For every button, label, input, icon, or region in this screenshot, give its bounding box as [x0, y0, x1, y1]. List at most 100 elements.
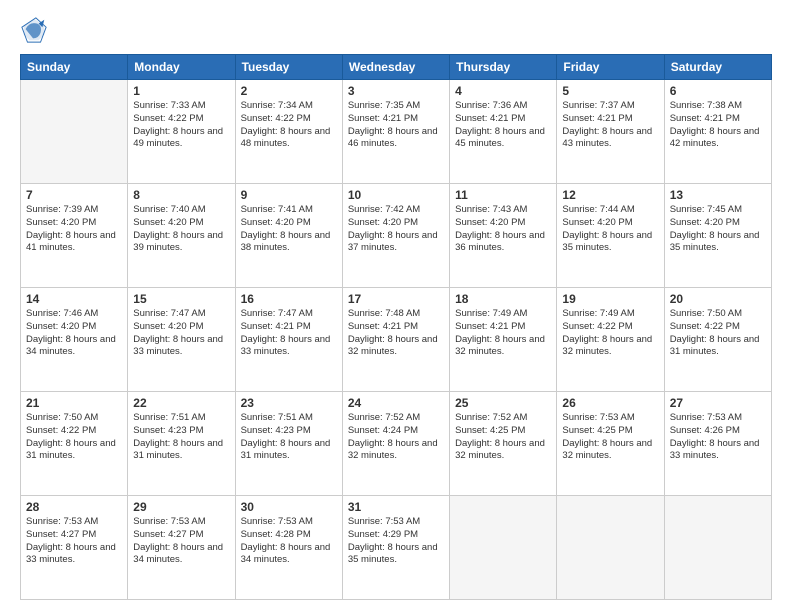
cell-info: Sunrise: 7:53 AMSunset: 4:29 PMDaylight:… — [348, 516, 444, 567]
calendar-week-row: 28 Sunrise: 7:53 AMSunset: 4:27 PMDayligh… — [21, 496, 772, 600]
day-number: 20 — [670, 292, 766, 306]
cell-info: Sunrise: 7:47 AMSunset: 4:20 PMDaylight:… — [133, 308, 229, 359]
cell-info: Sunrise: 7:53 AMSunset: 4:26 PMDaylight:… — [670, 412, 766, 463]
day-number: 19 — [562, 292, 658, 306]
day-number: 28 — [26, 500, 122, 514]
logo-icon — [20, 16, 48, 44]
cell-info: Sunrise: 7:49 AMSunset: 4:22 PMDaylight:… — [562, 308, 658, 359]
calendar-cell: 21 Sunrise: 7:50 AMSunset: 4:22 PMDayligh… — [21, 392, 128, 496]
cell-info: Sunrise: 7:53 AMSunset: 4:27 PMDaylight:… — [26, 516, 122, 567]
calendar-week-row: 7Sunrise: 7:39 AMSunset: 4:20 PMDaylight… — [21, 184, 772, 288]
calendar-day-header: Saturday — [664, 55, 771, 80]
cell-info: Sunrise: 7:50 AMSunset: 4:22 PMDaylight:… — [26, 412, 122, 463]
calendar-cell: 27 Sunrise: 7:53 AMSunset: 4:26 PMDayligh… — [664, 392, 771, 496]
calendar-cell: 2 Sunrise: 7:34 AMSunset: 4:22 PMDaylight… — [235, 80, 342, 184]
cell-info: Sunrise: 7:51 AMSunset: 4:23 PMDaylight:… — [133, 412, 229, 463]
calendar-cell: 14 Sunrise: 7:46 AMSunset: 4:20 PMDayligh… — [21, 288, 128, 392]
day-number: 3 — [348, 84, 444, 98]
calendar-cell: 10 Sunrise: 7:42 AMSunset: 4:20 PMDayligh… — [342, 184, 449, 288]
calendar-week-row: 1Sunrise: 7:33 AMSunset: 4:22 PMDaylight… — [21, 80, 772, 184]
day-number: 1 — [133, 84, 229, 98]
calendar-cell: 4 Sunrise: 7:36 AMSunset: 4:21 PMDaylight… — [450, 80, 557, 184]
day-number: 5 — [562, 84, 658, 98]
calendar-cell: 23 Sunrise: 7:51 AMSunset: 4:23 PMDayligh… — [235, 392, 342, 496]
calendar-cell: 3 Sunrise: 7:35 AMSunset: 4:21 PMDaylight… — [342, 80, 449, 184]
calendar-cell: 8Sunrise: 7:40 AMSunset: 4:20 PMDaylight… — [128, 184, 235, 288]
cell-info: Sunrise: 7:36 AMSunset: 4:21 PMDaylight:… — [455, 100, 551, 151]
day-number: 29 — [133, 500, 229, 514]
calendar-cell: 30Sunrise: 7:53 AMSunset: 4:28 PMDayligh… — [235, 496, 342, 600]
calendar-header-row: SundayMondayTuesdayWednesdayThursdayFrid… — [21, 55, 772, 80]
cell-info: Sunrise: 7:42 AMSunset: 4:20 PMDaylight:… — [348, 204, 444, 255]
calendar-day-header: Sunday — [21, 55, 128, 80]
day-number: 16 — [241, 292, 337, 306]
calendar-cell: 25Sunrise: 7:52 AMSunset: 4:25 PMDayligh… — [450, 392, 557, 496]
calendar-day-header: Friday — [557, 55, 664, 80]
cell-info: Sunrise: 7:38 AMSunset: 4:21 PMDaylight:… — [670, 100, 766, 151]
cell-info: Sunrise: 7:53 AMSunset: 4:28 PMDaylight:… — [241, 516, 337, 567]
day-number: 14 — [26, 292, 122, 306]
cell-info: Sunrise: 7:40 AMSunset: 4:20 PMDaylight:… — [133, 204, 229, 255]
cell-info: Sunrise: 7:48 AMSunset: 4:21 PMDaylight:… — [348, 308, 444, 359]
cell-info: Sunrise: 7:45 AMSunset: 4:20 PMDaylight:… — [670, 204, 766, 255]
calendar-cell: 18 Sunrise: 7:49 AMSunset: 4:21 PMDayligh… — [450, 288, 557, 392]
day-number: 18 — [455, 292, 551, 306]
calendar-cell: 6Sunrise: 7:38 AMSunset: 4:21 PMDaylight… — [664, 80, 771, 184]
calendar-cell: 28 Sunrise: 7:53 AMSunset: 4:27 PMDayligh… — [21, 496, 128, 600]
day-number: 17 — [348, 292, 444, 306]
cell-info: Sunrise: 7:37 AMSunset: 4:21 PMDaylight:… — [562, 100, 658, 151]
calendar-cell: 15 Sunrise: 7:47 AMSunset: 4:20 PMDayligh… — [128, 288, 235, 392]
cell-info: Sunrise: 7:49 AMSunset: 4:21 PMDaylight:… — [455, 308, 551, 359]
calendar-cell: 24 Sunrise: 7:52 AMSunset: 4:24 PMDayligh… — [342, 392, 449, 496]
day-number: 26 — [562, 396, 658, 410]
day-number: 7 — [26, 188, 122, 202]
calendar-cell: 13Sunrise: 7:45 AMSunset: 4:20 PMDayligh… — [664, 184, 771, 288]
cell-info: Sunrise: 7:52 AMSunset: 4:24 PMDaylight:… — [348, 412, 444, 463]
cell-info: Sunrise: 7:53 AMSunset: 4:25 PMDaylight:… — [562, 412, 658, 463]
calendar-cell — [664, 496, 771, 600]
page: SundayMondayTuesdayWednesdayThursdayFrid… — [0, 0, 792, 612]
cell-info: Sunrise: 7:47 AMSunset: 4:21 PMDaylight:… — [241, 308, 337, 359]
calendar-cell: 26 Sunrise: 7:53 AMSunset: 4:25 PMDayligh… — [557, 392, 664, 496]
day-number: 24 — [348, 396, 444, 410]
calendar-week-row: 21 Sunrise: 7:50 AMSunset: 4:22 PMDayligh… — [21, 392, 772, 496]
logo — [20, 16, 52, 44]
day-number: 10 — [348, 188, 444, 202]
day-number: 22 — [133, 396, 229, 410]
calendar-cell: 5 Sunrise: 7:37 AMSunset: 4:21 PMDaylight… — [557, 80, 664, 184]
calendar-cell: 16 Sunrise: 7:47 AMSunset: 4:21 PMDayligh… — [235, 288, 342, 392]
day-number: 31 — [348, 500, 444, 514]
cell-info: Sunrise: 7:51 AMSunset: 4:23 PMDaylight:… — [241, 412, 337, 463]
day-number: 4 — [455, 84, 551, 98]
calendar-table: SundayMondayTuesdayWednesdayThursdayFrid… — [20, 54, 772, 600]
cell-info: Sunrise: 7:50 AMSunset: 4:22 PMDaylight:… — [670, 308, 766, 359]
cell-info: Sunrise: 7:53 AMSunset: 4:27 PMDaylight:… — [133, 516, 229, 567]
day-number: 2 — [241, 84, 337, 98]
day-number: 27 — [670, 396, 766, 410]
calendar-cell: 29 Sunrise: 7:53 AMSunset: 4:27 PMDayligh… — [128, 496, 235, 600]
calendar-day-header: Monday — [128, 55, 235, 80]
calendar-cell: 12 Sunrise: 7:44 AMSunset: 4:20 PMDayligh… — [557, 184, 664, 288]
day-number: 23 — [241, 396, 337, 410]
day-number: 25 — [455, 396, 551, 410]
calendar-day-header: Wednesday — [342, 55, 449, 80]
calendar-cell: 7Sunrise: 7:39 AMSunset: 4:20 PMDaylight… — [21, 184, 128, 288]
day-number: 15 — [133, 292, 229, 306]
day-number: 12 — [562, 188, 658, 202]
cell-info: Sunrise: 7:34 AMSunset: 4:22 PMDaylight:… — [241, 100, 337, 151]
cell-info: Sunrise: 7:41 AMSunset: 4:20 PMDaylight:… — [241, 204, 337, 255]
cell-info: Sunrise: 7:43 AMSunset: 4:20 PMDaylight:… — [455, 204, 551, 255]
cell-info: Sunrise: 7:46 AMSunset: 4:20 PMDaylight:… — [26, 308, 122, 359]
calendar-cell: 17 Sunrise: 7:48 AMSunset: 4:21 PMDayligh… — [342, 288, 449, 392]
calendar-cell — [450, 496, 557, 600]
calendar-day-header: Tuesday — [235, 55, 342, 80]
header — [20, 16, 772, 44]
cell-info: Sunrise: 7:35 AMSunset: 4:21 PMDaylight:… — [348, 100, 444, 151]
day-number: 11 — [455, 188, 551, 202]
calendar-day-header: Thursday — [450, 55, 557, 80]
calendar-cell: 20 Sunrise: 7:50 AMSunset: 4:22 PMDayligh… — [664, 288, 771, 392]
cell-info: Sunrise: 7:44 AMSunset: 4:20 PMDaylight:… — [562, 204, 658, 255]
day-number: 21 — [26, 396, 122, 410]
day-number: 9 — [241, 188, 337, 202]
calendar-cell: 31 Sunrise: 7:53 AMSunset: 4:29 PMDayligh… — [342, 496, 449, 600]
